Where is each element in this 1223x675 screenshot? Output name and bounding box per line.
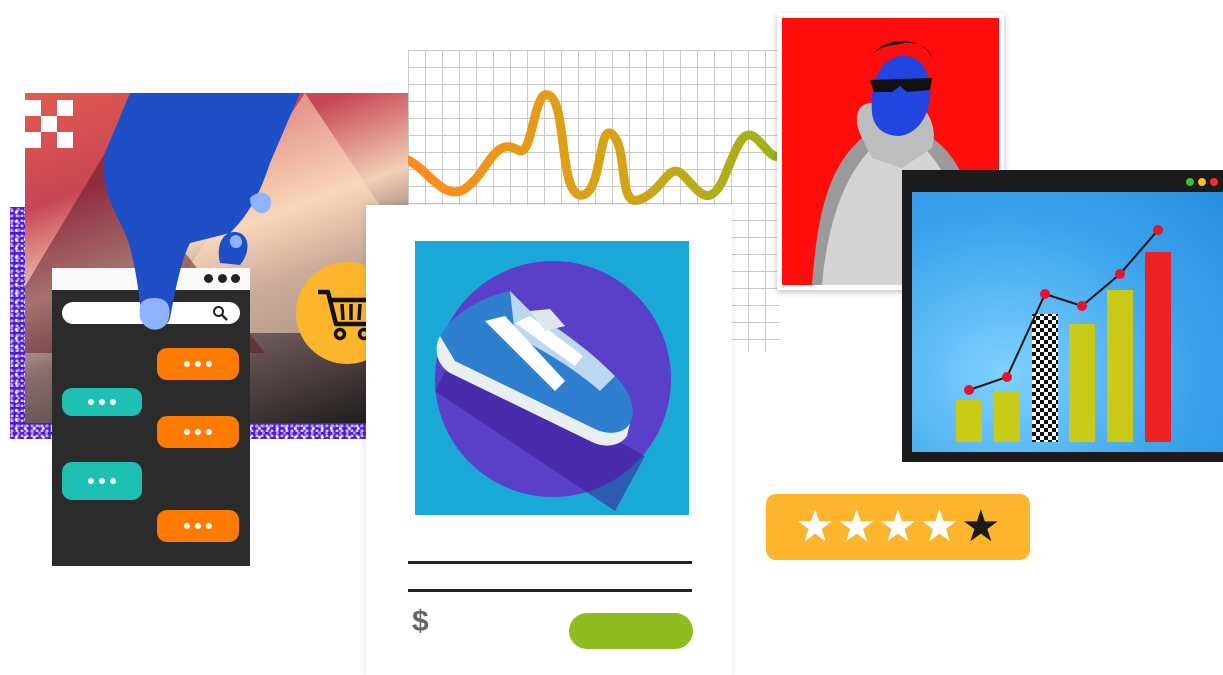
chart-bar	[1069, 324, 1095, 442]
pixel-logo-mark	[25, 100, 73, 154]
product-subtitle-line	[408, 589, 692, 592]
trend-point	[1002, 372, 1012, 382]
window-maximize-icon[interactable]	[1186, 178, 1194, 186]
buy-button[interactable]	[569, 613, 693, 649]
product-title-line	[408, 561, 692, 564]
bar-chart	[956, 225, 1171, 442]
chart-bar	[956, 400, 982, 442]
trend-point	[1040, 289, 1050, 299]
star-icon[interactable]: ★	[878, 505, 917, 549]
star-icon[interactable]: ★	[920, 505, 959, 549]
chat-bubble-outgoing	[157, 416, 239, 448]
price-symbol: $	[412, 605, 429, 638]
chart-bar	[994, 392, 1020, 442]
chart-bar	[1145, 252, 1171, 442]
product-image[interactable]	[415, 241, 689, 515]
window-minimize-icon[interactable]	[1198, 178, 1206, 186]
star-icon[interactable]: ★	[837, 505, 876, 549]
trend-point	[1077, 301, 1087, 311]
chart-bar	[1107, 290, 1133, 442]
analytics-chart-window	[902, 170, 1223, 462]
chart-bar	[1032, 314, 1058, 442]
chat-bubble-outgoing	[157, 510, 239, 542]
star-rating[interactable]: ★ ★ ★ ★ ★	[766, 494, 1030, 560]
star-icon[interactable]: ★	[961, 505, 1000, 549]
window-close-icon[interactable]	[1210, 178, 1218, 186]
chat-bubble-incoming	[62, 388, 142, 416]
chat-bubble-incoming	[62, 462, 142, 500]
trend-point	[964, 385, 974, 395]
star-icon[interactable]: ★	[795, 505, 834, 549]
chat-bubble-outgoing	[157, 348, 239, 380]
trend-point	[1153, 225, 1163, 235]
sneaker-image	[435, 291, 645, 511]
pointing-hand-icon	[103, 93, 300, 330]
product-card: $	[366, 205, 732, 675]
trend-point	[1115, 269, 1125, 279]
